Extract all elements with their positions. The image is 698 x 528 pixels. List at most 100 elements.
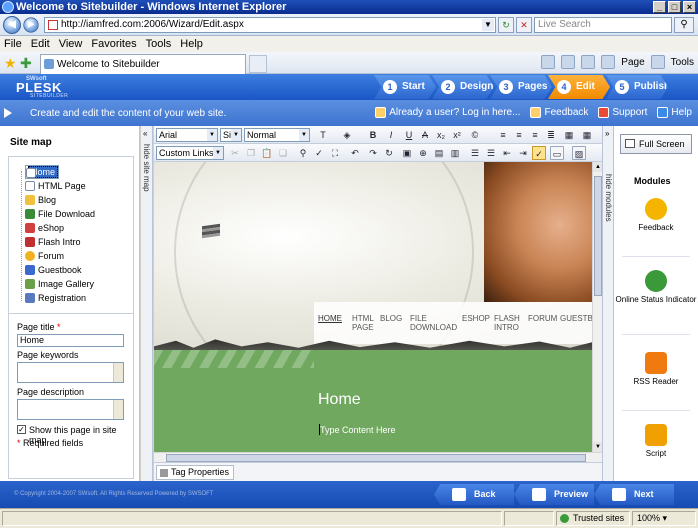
forward-arrow-icon[interactable]: ▶ bbox=[23, 17, 39, 33]
format-select[interactable]: Normal ▼ bbox=[244, 128, 310, 142]
back-button[interactable]: Back bbox=[434, 484, 514, 505]
site-nav-guestbook[interactable]: GUESTBO bbox=[560, 314, 592, 323]
tab-welcome[interactable]: Welcome to Sitebuilder bbox=[40, 54, 246, 74]
html-mode-icon[interactable]: ▨ bbox=[572, 146, 586, 160]
module-feedback[interactable]: Feedback bbox=[614, 198, 698, 233]
step-design[interactable]: 2 Design bbox=[432, 75, 494, 99]
menu-edit[interactable]: Edit bbox=[31, 38, 50, 50]
step-start[interactable]: 1 Start bbox=[374, 75, 436, 99]
table-icon[interactable]: ▦ bbox=[562, 128, 576, 142]
preview-mode-icon[interactable]: ▭ bbox=[550, 146, 564, 160]
menu-tools[interactable]: Tools bbox=[146, 38, 172, 50]
menu-view[interactable]: View bbox=[59, 38, 83, 50]
collapse-right-icon[interactable]: » bbox=[605, 129, 609, 138]
home-icon[interactable] bbox=[541, 55, 556, 69]
custom-links-select[interactable]: Custom Links ▼ bbox=[156, 146, 224, 160]
hide-site-map-toggle[interactable]: « hide site map bbox=[141, 126, 153, 481]
show-in-sitemap-checkbox[interactable]: ✓ bbox=[17, 425, 26, 434]
insert-media-icon[interactable]: ▤ bbox=[432, 146, 446, 160]
undo-icon[interactable]: ↶ bbox=[348, 146, 362, 160]
italic-icon[interactable]: I bbox=[384, 128, 398, 142]
editor-canvas[interactable]: HOME HTML PAGE BLOG FILE DOWNLOAD ESHOP … bbox=[154, 162, 592, 452]
module-script[interactable]: Script bbox=[614, 424, 698, 459]
feeds-icon[interactable] bbox=[561, 55, 576, 69]
select-all-icon[interactable]: ⛶ bbox=[328, 146, 342, 160]
page-menu[interactable]: Page bbox=[621, 57, 644, 68]
minimize-button[interactable]: _ bbox=[653, 1, 666, 13]
cut-icon[interactable]: ✂ bbox=[228, 146, 242, 160]
sitemap-item-flash-intro[interactable]: Flash Intro bbox=[25, 235, 81, 249]
menu-file[interactable]: File bbox=[4, 38, 22, 50]
sitemap-item-eshop[interactable]: eShop bbox=[25, 221, 64, 235]
refresh-icon[interactable]: ↻ bbox=[498, 17, 514, 33]
align-right-icon[interactable]: ≡ bbox=[528, 128, 542, 142]
sitemap-item-forum[interactable]: Forum bbox=[25, 249, 64, 263]
bold-icon[interactable]: B bbox=[366, 128, 380, 142]
paste-icon[interactable]: 📋 bbox=[260, 146, 274, 160]
scrollbar[interactable] bbox=[113, 363, 123, 382]
insert-table-icon[interactable]: ▦ bbox=[580, 128, 594, 142]
back-arrow-icon[interactable]: ◀ bbox=[3, 16, 21, 34]
numbered-list-icon[interactable]: ☰ bbox=[468, 146, 482, 160]
find-icon[interactable]: ⚲ bbox=[296, 146, 310, 160]
search-input[interactable]: Live Search bbox=[534, 17, 672, 33]
next-button[interactable]: Next bbox=[594, 484, 674, 505]
sitemap-item-html-page[interactable]: HTML Page bbox=[25, 179, 86, 193]
copy-icon[interactable]: ❐ bbox=[244, 146, 258, 160]
special-char-icon[interactable]: © bbox=[468, 128, 482, 142]
superscript-icon[interactable]: x² bbox=[450, 128, 464, 142]
insert-link-icon[interactable]: ⊕ bbox=[416, 146, 430, 160]
page-keywords-input[interactable] bbox=[17, 362, 124, 383]
font-size-select[interactable]: Size▼ bbox=[220, 128, 242, 142]
address-field[interactable]: http://iamfred.com:2006/Wizard/Edit.aspx… bbox=[44, 17, 496, 33]
close-button[interactable]: × bbox=[683, 1, 696, 13]
highlight-color-icon[interactable]: ◈ bbox=[340, 128, 354, 142]
spellcheck-icon[interactable]: ✓ bbox=[312, 146, 326, 160]
zoom-control[interactable]: 100% ▾ bbox=[632, 511, 696, 526]
print-icon[interactable] bbox=[581, 55, 596, 69]
sitemap-item-guestbook[interactable]: Guestbook bbox=[25, 263, 82, 277]
stop-icon[interactable]: ✕ bbox=[516, 17, 532, 33]
sitemap-item-image-gallery[interactable]: Image Gallery bbox=[25, 277, 94, 291]
sitemap-item-home[interactable]: Home bbox=[25, 165, 60, 179]
tools-menu[interactable]: Tools bbox=[671, 57, 694, 68]
content-placeholder[interactable]: Type Content Here bbox=[320, 425, 396, 435]
refresh-content-icon[interactable]: ↻ bbox=[382, 146, 396, 160]
feedback-link[interactable]: Feedback bbox=[530, 107, 588, 118]
page-heading[interactable]: Home bbox=[318, 391, 361, 409]
outdent-icon[interactable]: ⇤ bbox=[500, 146, 514, 160]
insert-image-icon[interactable]: ▣ bbox=[400, 146, 414, 160]
sitemap-item-file-download[interactable]: File Download bbox=[25, 207, 95, 221]
step-publish[interactable]: 5 Publish bbox=[606, 75, 668, 99]
scrollbar[interactable] bbox=[113, 400, 123, 419]
sitemap-item-registration[interactable]: Registration bbox=[25, 291, 86, 305]
horizontal-scrollbar[interactable] bbox=[154, 452, 602, 462]
vertical-scrollbar[interactable]: ▲ ▼ bbox=[592, 162, 603, 452]
help-link[interactable]: Help bbox=[657, 107, 692, 118]
page-description-input[interactable] bbox=[17, 399, 124, 420]
sitemap-item-blog[interactable]: Blog bbox=[25, 193, 56, 207]
align-justify-icon[interactable]: ≣ bbox=[544, 128, 558, 142]
paste-text-icon[interactable]: ❏ bbox=[276, 146, 290, 160]
scroll-thumb[interactable] bbox=[166, 454, 586, 462]
align-left-icon[interactable]: ≡ bbox=[496, 128, 510, 142]
indent-icon[interactable]: ⇥ bbox=[516, 146, 530, 160]
preview-button[interactable]: Preview bbox=[514, 484, 594, 505]
favorites-star-icon[interactable]: ★ bbox=[4, 55, 17, 72]
underline-icon[interactable]: U bbox=[402, 128, 416, 142]
page-title-input[interactable]: Home bbox=[17, 334, 124, 347]
scroll-thumb[interactable] bbox=[594, 176, 602, 296]
site-nav-html-page[interactable]: HTML PAGE bbox=[352, 314, 376, 332]
login-link[interactable]: Already a user? Log in here... bbox=[375, 107, 520, 118]
step-pages[interactable]: 3 Pages bbox=[490, 75, 552, 99]
step-edit[interactable]: 4 Edit bbox=[548, 75, 610, 99]
security-zone[interactable]: Trusted sites bbox=[556, 511, 630, 526]
new-tab-button[interactable] bbox=[249, 55, 267, 73]
tag-properties-tab[interactable]: Tag Properties bbox=[156, 465, 235, 480]
maximize-button[interactable]: □ bbox=[668, 1, 681, 13]
site-nav-file-download[interactable]: FILE DOWNLOAD bbox=[410, 314, 457, 332]
align-center-icon[interactable]: ≡ bbox=[512, 128, 526, 142]
full-screen-button[interactable]: Full Screen bbox=[620, 134, 692, 154]
insert-flash-icon[interactable]: ▥ bbox=[448, 146, 462, 160]
site-nav-flash-intro[interactable]: FLASH INTRO bbox=[494, 314, 524, 332]
